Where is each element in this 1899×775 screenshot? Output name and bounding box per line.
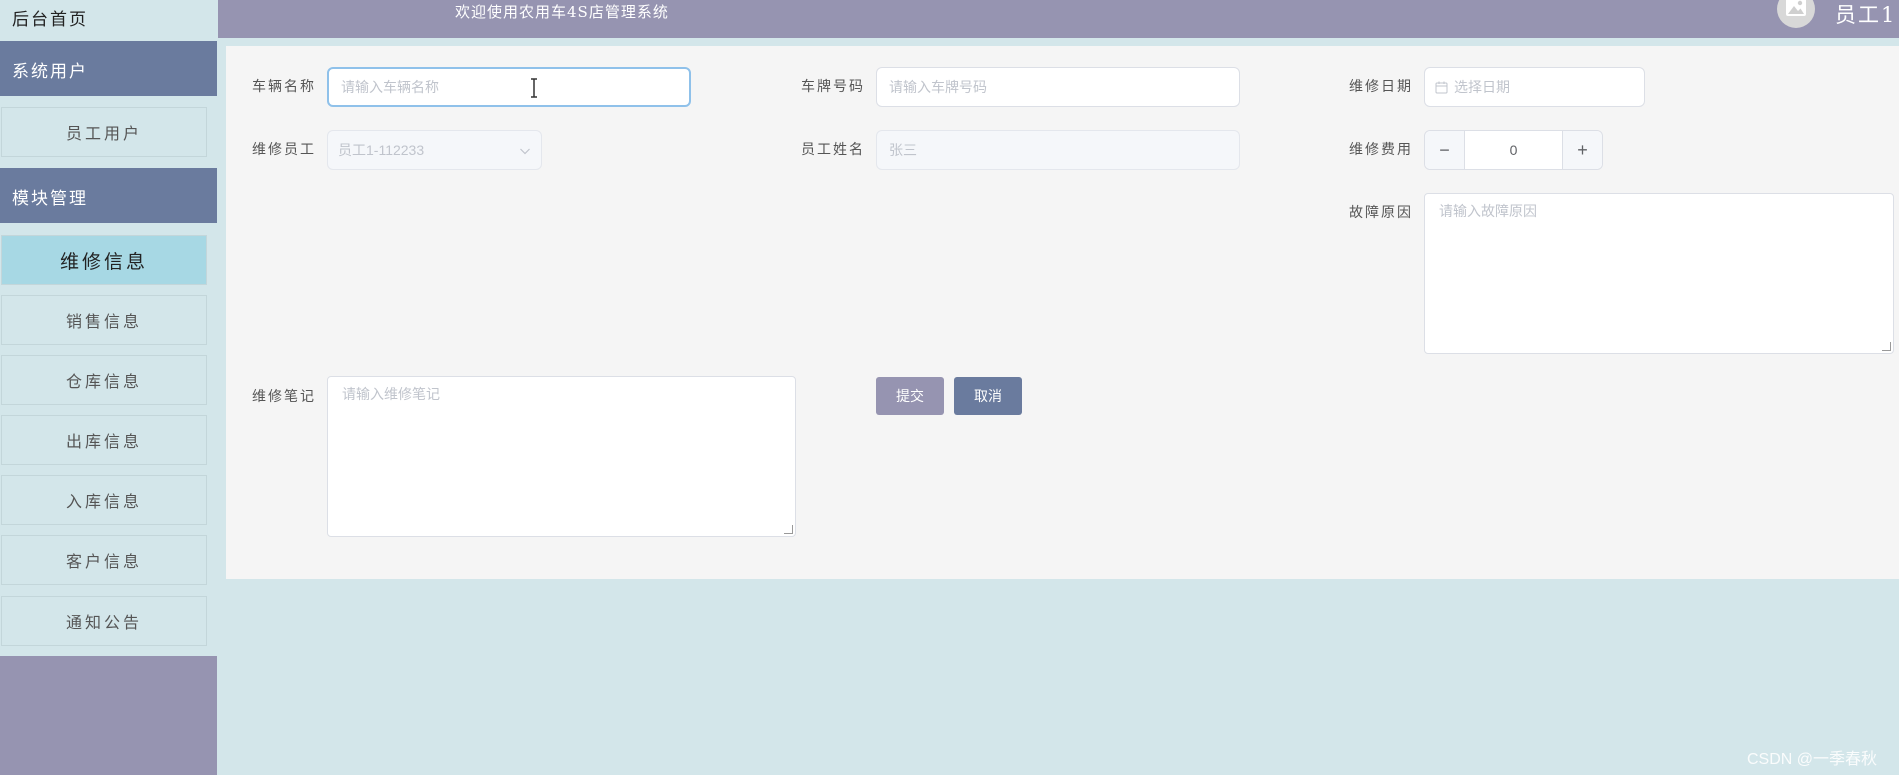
- sidebar-item-customer-info[interactable]: 客户信息: [1, 535, 207, 585]
- vehicle-name-input[interactable]: 请输入车辆名称: [327, 67, 691, 107]
- sidebar-item-sales-info[interactable]: 销售信息: [1, 295, 207, 345]
- avatar[interactable]: [1777, 0, 1815, 28]
- repair-cost-value[interactable]: 0: [1465, 131, 1562, 169]
- sidebar-item-inbound-info[interactable]: 入库信息: [1, 475, 207, 525]
- image-icon: [1785, 0, 1807, 21]
- fault-reason-placeholder: 请输入故障原因: [1439, 203, 1537, 219]
- top-header: 欢迎使用农用车4S店管理系统 员工1: [218, 0, 1899, 38]
- sidebar-item-outbound-info[interactable]: 出库信息: [1, 415, 207, 465]
- sidebar-group-module-management[interactable]: 模块管理: [0, 168, 217, 223]
- repair-notes-textarea[interactable]: 请输入维修笔记: [327, 376, 796, 537]
- plate-number-label: 车牌号码: [801, 79, 865, 95]
- header-username[interactable]: 员工1: [1835, 0, 1896, 29]
- text-cursor-icon: [529, 78, 539, 101]
- plate-number-placeholder: 请输入车牌号码: [889, 79, 987, 95]
- repair-cost-stepper: − 0 +: [1424, 130, 1603, 170]
- staff-name-value: 张三: [889, 142, 917, 158]
- cancel-button[interactable]: 取消: [954, 377, 1022, 415]
- plate-number-input[interactable]: 请输入车牌号码: [876, 67, 1240, 107]
- chevron-down-icon: [519, 144, 531, 160]
- resize-handle-icon[interactable]: [1882, 342, 1891, 351]
- watermark: CSDN @一季春秋: [1747, 751, 1878, 768]
- decrement-button[interactable]: −: [1425, 131, 1465, 169]
- calendar-icon: [1435, 81, 1448, 94]
- staff-name-label: 员工姓名: [801, 142, 865, 158]
- repair-date-label: 维修日期: [1349, 79, 1413, 95]
- header-title: 欢迎使用农用车4S店管理系统: [455, 3, 669, 21]
- repair-notes-label: 维修笔记: [252, 389, 316, 405]
- sidebar-home-link[interactable]: 后台首页: [0, 0, 217, 40]
- repair-staff-value: 员工1-112233: [338, 142, 425, 158]
- repair-cost-label: 维修费用: [1349, 142, 1413, 158]
- sidebar: 后台首页 系统用户 员工用户 模块管理 维修信息 销售信息 仓库信息 出库信息 …: [0, 0, 217, 775]
- vehicle-name-placeholder: 请输入车辆名称: [341, 79, 439, 95]
- sidebar-item-warehouse-info[interactable]: 仓库信息: [1, 355, 207, 405]
- repair-staff-select[interactable]: 员工1-112233: [327, 130, 542, 170]
- repair-date-picker[interactable]: 选择日期: [1424, 67, 1645, 107]
- fault-reason-textarea[interactable]: 请输入故障原因: [1424, 193, 1894, 354]
- submit-button[interactable]: 提交: [876, 377, 944, 415]
- repair-staff-label: 维修员工: [252, 142, 316, 158]
- repair-form-panel: 车辆名称 请输入车辆名称 车牌号码 请输入车牌号码 维修日期 选择日期 维修员工…: [226, 46, 1899, 579]
- resize-handle-icon[interactable]: [784, 525, 793, 534]
- sidebar-item-staff-users[interactable]: 员工用户: [1, 107, 207, 157]
- repair-notes-placeholder: 请输入维修笔记: [342, 386, 440, 402]
- sidebar-item-repair-info[interactable]: 维修信息: [1, 235, 207, 285]
- vehicle-name-label: 车辆名称: [252, 79, 316, 95]
- fault-reason-label: 故障原因: [1349, 205, 1413, 221]
- sidebar-group-system-users[interactable]: 系统用户: [0, 41, 217, 96]
- increment-button[interactable]: +: [1562, 131, 1602, 169]
- staff-name-input: 张三: [876, 130, 1240, 170]
- sidebar-item-notice[interactable]: 通知公告: [1, 596, 207, 646]
- repair-date-placeholder: 选择日期: [1454, 79, 1510, 95]
